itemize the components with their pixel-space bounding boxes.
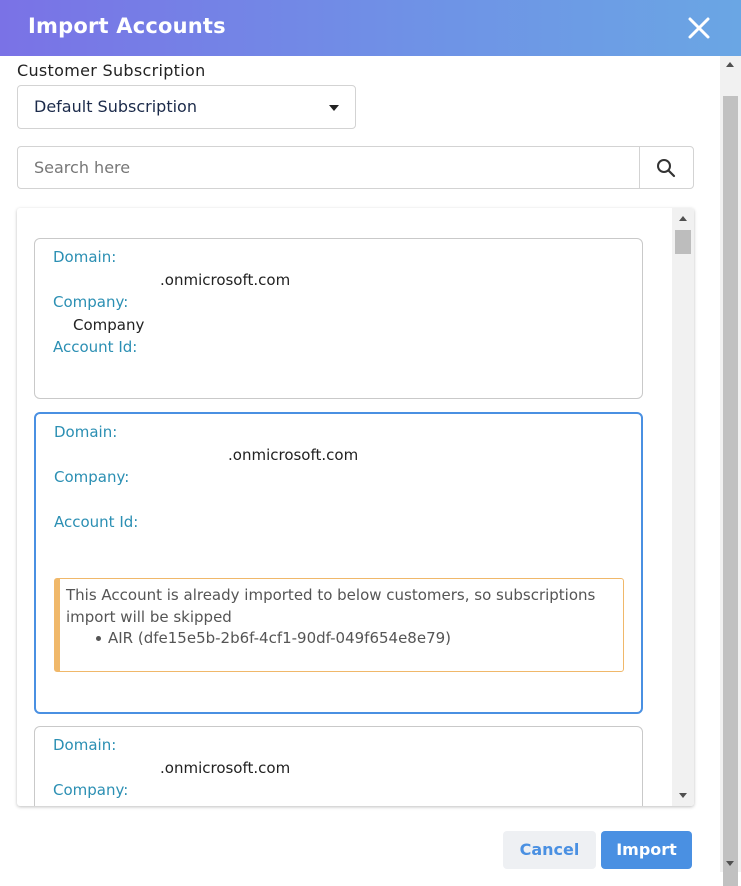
domain-label: Domain: — [53, 248, 117, 266]
dialog-header: Import Accounts — [0, 0, 741, 56]
domain-value: .onmicrosoft.com — [160, 759, 291, 777]
company-value: Company — [73, 316, 145, 334]
accounts-list-scrollbar[interactable] — [672, 208, 694, 806]
domain-value: .onmicrosoft.com — [228, 446, 359, 464]
company-label: Company: — [53, 293, 129, 311]
accounts-list: Domain: .onmicrosoft.com Company: Compan… — [17, 208, 694, 806]
account-card[interactable]: Domain: .onmicrosoft.com Company: Compan… — [34, 238, 643, 399]
bullet-icon — [96, 636, 101, 641]
subscription-selected-value: Default Subscription — [34, 97, 197, 116]
subscription-label: Customer Subscription — [17, 61, 206, 80]
import-accounts-dialog: Import Accounts Customer Subscription De… — [0, 0, 741, 886]
scroll-up-icon[interactable] — [679, 216, 687, 221]
scroll-down-icon[interactable] — [726, 861, 734, 866]
warning-customer-item: AIR (dfe15e5b-2b6f-4cf1-90df-049f654e8e7… — [108, 629, 452, 647]
account-card-selected[interactable]: Domain: .onmicrosoft.com Company: Accoun… — [34, 412, 643, 714]
scroll-down-icon[interactable] — [679, 793, 687, 798]
caret-down-icon — [329, 105, 339, 111]
cancel-button[interactable]: Cancel — [503, 831, 596, 869]
domain-label: Domain: — [54, 423, 118, 441]
dialog-title: Import Accounts — [28, 14, 226, 38]
search-bar — [17, 146, 694, 189]
dialog-scrollbar[interactable] — [720, 56, 741, 886]
company-label: Company: — [53, 781, 129, 799]
search-input[interactable] — [18, 147, 641, 188]
search-icon — [657, 159, 676, 178]
subscription-select[interactable]: Default Subscription — [17, 85, 356, 129]
import-button[interactable]: Import — [601, 831, 692, 869]
account-id-label: Account Id: — [53, 338, 138, 356]
scroll-up-icon[interactable] — [726, 62, 734, 67]
domain-label: Domain: — [53, 736, 117, 754]
search-button[interactable] — [639, 147, 693, 188]
dialog-scrollbar-thumb[interactable] — [723, 96, 738, 886]
domain-value: .onmicrosoft.com — [160, 271, 291, 289]
account-id-label: Account Id: — [54, 513, 139, 531]
company-label: Company: — [54, 468, 130, 486]
close-icon[interactable] — [685, 14, 713, 42]
accounts-list-scrollbar-thumb[interactable] — [675, 230, 691, 254]
warning-message: This Account is already imported to belo… — [66, 586, 596, 626]
already-imported-warning: This Account is already imported to belo… — [54, 578, 624, 672]
account-card[interactable]: Domain: .onmicrosoft.com Company: — [34, 726, 643, 806]
